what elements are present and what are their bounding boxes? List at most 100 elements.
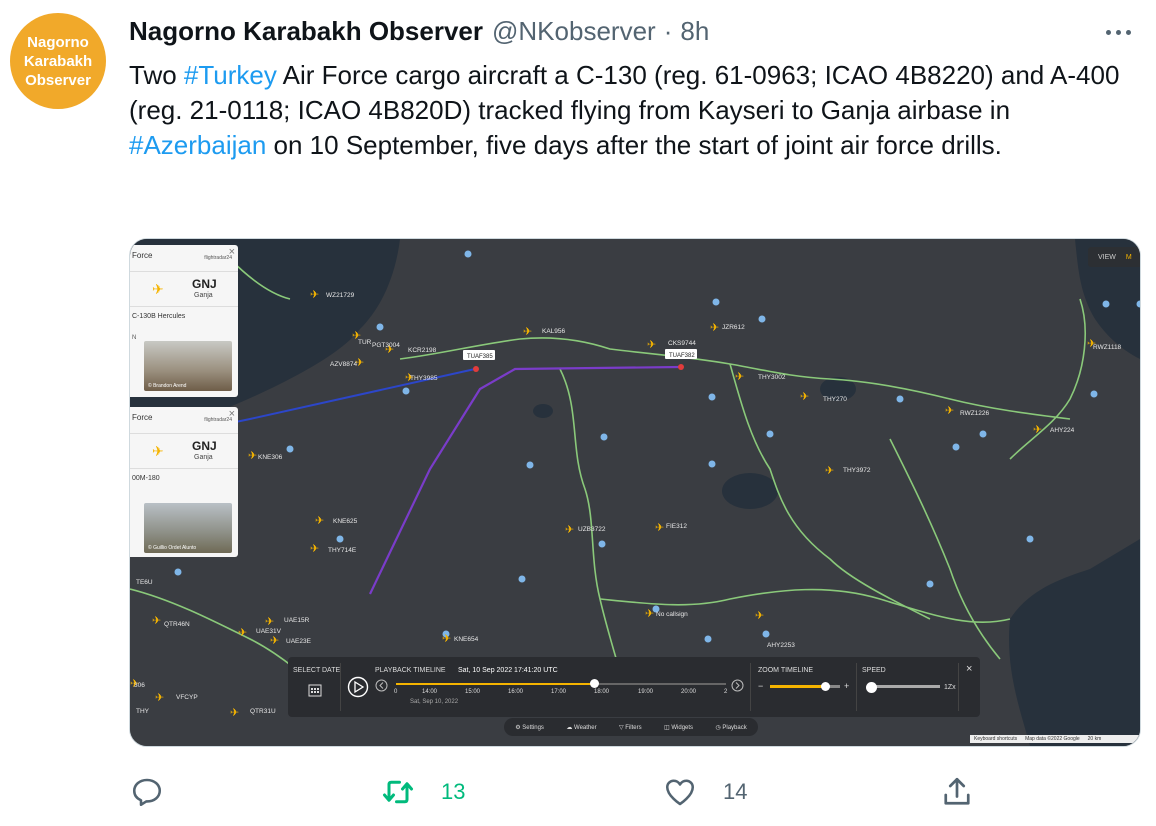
flight-label[interactable]: THY714E [328,547,357,554]
flight-label[interactable]: RWZ1118 [1093,344,1122,351]
flight-label[interactable]: KAL956 [542,328,566,335]
flight-label[interactable]: THY [136,708,150,715]
timeline-tick: 20:00 [681,689,697,695]
speed-knob[interactable] [866,682,877,693]
flight-info-card-2[interactable]: Force flightradar24 × ✈ GNJ Ganja 00M-18… [130,407,238,557]
zoom-in-icon[interactable]: + [844,681,849,691]
author-name[interactable]: Nagorno Karabakh Observer [129,16,483,47]
aircraft-photo[interactable]: © Brandon Arend [144,341,232,391]
close-icon[interactable]: × [229,408,235,420]
flight-label[interactable]: KNE654 [454,636,479,643]
hashtag-azerbaijan[interactable]: #Azerbaijan [129,130,266,160]
widgets-tool[interactable]: ◫ Widgets [664,724,693,731]
tweet-text-segment: Two [129,60,184,90]
flight-label[interactable]: TE6U [136,579,153,586]
tweet-header: Nagorno Karabakh Observer @NKobserver · … [129,15,709,47]
flight-label[interactable]: CKS9744 [668,340,696,347]
playback-timeline-slider[interactable] [396,679,726,688]
svg-text:✈: ✈ [315,514,324,527]
destination-city: Ganja [194,292,213,299]
map-toolbar: ⚙ Settings ☁ Weather ▽ Filters ◫ Widgets… [504,718,758,736]
flight-info-card-1[interactable]: Force flightradar24 × ✈ GNJ Ganja C-130B… [130,245,238,397]
retweet-button[interactable]: 13 [379,772,465,812]
flight-label[interactable]: UZB3722 [578,526,606,533]
heart-icon [665,779,695,806]
attribution-item: 20 km [1087,736,1102,742]
flight-label[interactable]: QTR46N [164,621,190,628]
timeline-tick: 16:00 [508,689,524,695]
timeline-prev-icon[interactable] [375,679,388,692]
flight-label[interactable]: KNE306 [258,454,283,461]
view-mode-button[interactable]: VIEW M [1088,247,1140,267]
share-button[interactable] [939,772,975,812]
flight-label[interactable]: PGT3004 [372,342,400,349]
flight-label[interactable]: No callsign [656,611,688,618]
flight-label[interactable]: TUR [358,339,372,346]
flight-label[interactable]: RWZ1226 [960,410,990,417]
zoom-knob[interactable] [820,682,830,691]
flight-label[interactable]: THY3972 [843,467,871,474]
timeline-next-icon[interactable] [731,679,744,692]
tweet-actions: 13 14 [129,772,1139,812]
speed-value: 1Zx [944,684,956,691]
svg-text:✈: ✈ [270,634,279,647]
svg-text:✈: ✈ [825,464,834,477]
author-handle[interactable]: @NKobserver [492,16,656,47]
aircraft-photo[interactable]: © Guillio Ordet Alunto [144,503,232,553]
flight-label[interactable]: UAE15R [284,617,310,624]
more-options-icon[interactable] [1100,22,1136,42]
flight-label[interactable]: UAE23E [286,638,312,645]
flight-label[interactable]: THY3985 [410,375,438,382]
play-icon[interactable] [347,676,369,698]
zoom-slider[interactable] [770,682,840,691]
flight-label[interactable]: 306 [134,682,145,689]
close-icon[interactable]: × [966,663,972,675]
flight-label[interactable]: AZV8874 [330,361,357,368]
playback-timeline-label: PLAYBACK TIMELINE [375,667,446,674]
select-date-label: SELECT [293,667,321,674]
flight-label[interactable]: AHY2253 [767,642,795,649]
flight-label[interactable]: UAE31V [256,628,282,635]
calendar-icon[interactable] [308,683,322,697]
flight-label[interactable]: FIE312 [666,523,687,530]
filters-tool[interactable]: ▽ Filters [619,724,642,731]
aircraft-model: C-130B Hercules [132,313,186,320]
playback-tool[interactable]: ◷ Playback [715,724,746,731]
svg-text:✈: ✈ [1033,423,1042,436]
flight-label[interactable]: THY270 [823,396,847,403]
avatar[interactable]: Nagorno Karabakh Observer [10,13,106,109]
settings-tool[interactable]: ⚙ Settings [515,724,544,731]
zoom-out-icon[interactable]: − [758,681,763,691]
hashtag-turkey[interactable]: #Turkey [184,60,277,90]
reply-icon [132,778,162,807]
weather-tool[interactable]: ☁ Weather [566,724,596,731]
close-icon[interactable]: × [229,246,235,258]
flight-label[interactable]: JZR612 [722,324,745,331]
svg-text:✈: ✈ [310,288,319,301]
tweet-time[interactable]: 8h [680,16,709,47]
playback-timestamp: Sat, 10 Sep 2022 17:41:20 UTC [458,667,558,674]
flight-label[interactable]: QTR31U [250,708,276,715]
timeline-knob[interactable] [590,679,599,688]
flight-label[interactable]: WZ21729 [326,292,355,299]
speed-label: SPEED [862,667,886,674]
speed-slider[interactable] [866,682,940,693]
like-button[interactable]: 14 [661,772,747,812]
destination-city: Ganja [194,454,213,461]
flight-label[interactable]: VFCYP [176,694,198,701]
svg-text:✈: ✈ [710,321,719,334]
flight-label[interactable]: THY3002 [758,374,786,381]
svg-text:✈: ✈ [645,607,654,620]
flight-label[interactable]: KNE625 [333,518,358,525]
zoom-timeline-label: ZOOM TIMELINE [758,667,814,674]
tweet-media-image[interactable]: TUAF385 TUAF382 ✈ ✈ ✈ ✈ ✈ ✈ ✈ ✈ ✈ ✈ ✈ ✈ ✈ ✈ ✈ [129,238,1141,747]
reply-button[interactable] [129,772,189,812]
view-label: VIEW [1098,253,1116,261]
destination-code: GNJ [192,439,217,453]
share-icon [944,777,970,805]
playback-panel: SELECT DATE PLAYBACK TIMELINE Sat, 10 Se… [288,657,980,717]
svg-text:✈: ✈ [647,338,656,351]
attribution-item[interactable]: Keyboard shortcuts [974,736,1017,742]
flight-label[interactable]: AHY224 [1050,427,1075,434]
flight-label[interactable]: KCR2198 [408,347,437,354]
